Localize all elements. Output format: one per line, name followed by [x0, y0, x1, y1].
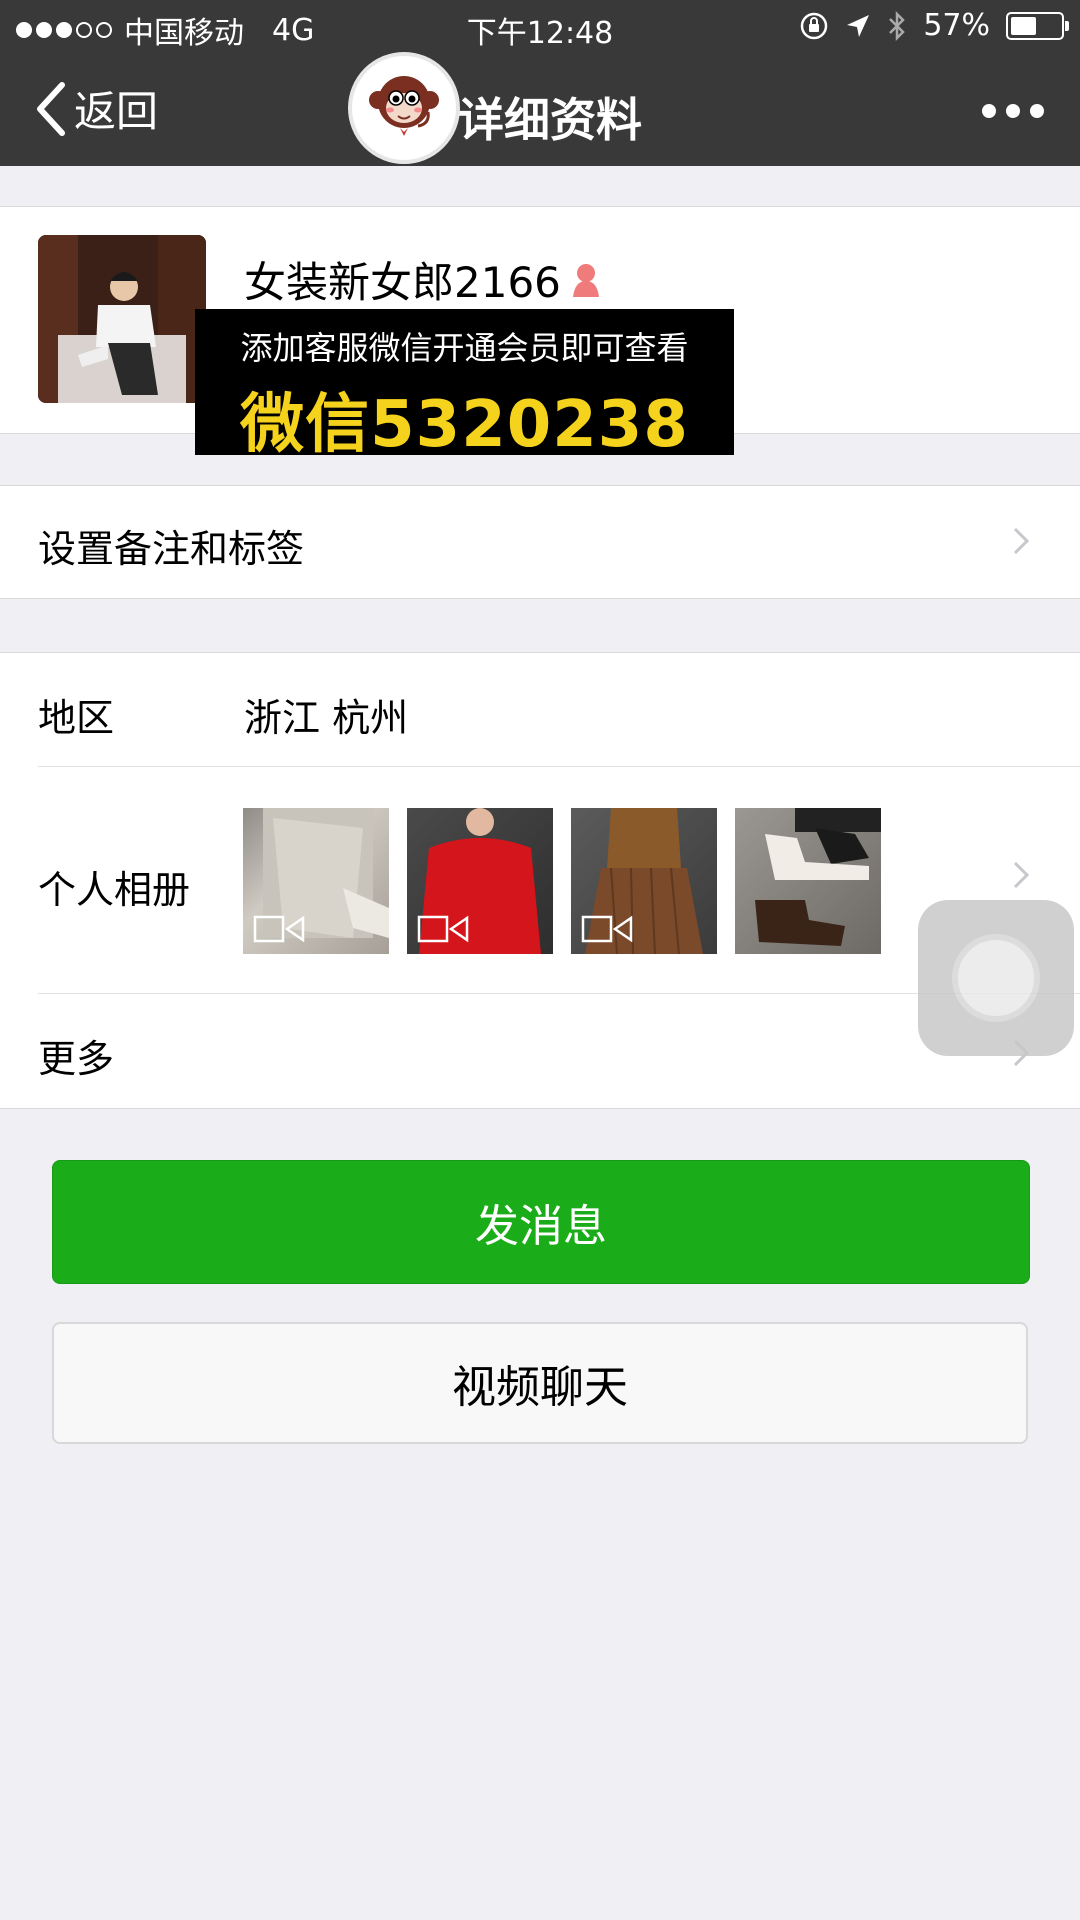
dot-icon	[1006, 104, 1020, 118]
set-remark-label: 设置备注和标签	[38, 527, 305, 571]
region-value: 浙江 杭州	[244, 696, 409, 740]
send-message-button[interactable]: 发消息	[52, 1160, 1030, 1284]
more-options-button[interactable]	[982, 104, 1044, 118]
album-label: 个人相册	[38, 868, 191, 912]
back-button[interactable]: 返回	[34, 78, 158, 139]
nickname: 女装新女郎2166	[244, 249, 603, 310]
album-thumb[interactable]	[571, 808, 717, 954]
monkey-logo-icon	[369, 76, 439, 136]
video-camera-icon	[581, 915, 633, 943]
video-camera-icon	[417, 915, 469, 943]
female-icon	[572, 263, 599, 297]
banner-line-2: 微信5320238	[240, 388, 689, 462]
more-label: 更多	[38, 1037, 115, 1081]
bluetooth-icon	[889, 10, 906, 41]
monkey-logo	[348, 52, 460, 164]
assistive-touch-icon	[952, 934, 1040, 1022]
location-arrow-icon	[847, 14, 870, 37]
battery-percent: 57%	[923, 8, 990, 43]
back-label: 返回	[74, 87, 159, 136]
battery-icon	[1006, 11, 1069, 40]
album-thumb[interactable]	[243, 808, 389, 954]
banner-line-1: 添加客服微信开通会员即可查看	[240, 329, 689, 367]
nickname-text: 女装新女郎2166	[244, 258, 561, 307]
promo-banner: 添加客服微信开通会员即可查看 微信5320238	[195, 309, 734, 462]
set-remark-row[interactable]: 设置备注和标签	[0, 485, 1080, 599]
avatar-photo	[38, 235, 206, 403]
chevron-left-icon	[37, 81, 65, 136]
chevron-right-icon	[1012, 860, 1030, 890]
dot-icon	[1030, 104, 1044, 118]
page-title: 详细资料	[458, 93, 642, 147]
album-thumb[interactable]	[735, 808, 881, 954]
divider	[38, 766, 1080, 767]
video-chat-button[interactable]: 视频聊天	[52, 1322, 1028, 1444]
battery-fill	[1011, 16, 1036, 35]
avatar[interactable]	[38, 235, 206, 403]
navigation-bar: 返回 详细资料	[0, 52, 1080, 166]
chevron-right-icon	[1012, 526, 1030, 556]
info-section: 地区 浙江 杭州 个人相册 更多	[0, 652, 1080, 1109]
dot-icon	[982, 104, 996, 118]
status-indicators: 57%	[799, 8, 1069, 43]
region-label: 地区	[38, 696, 115, 740]
orientation-lock-icon	[801, 12, 828, 39]
album-thumb[interactable]	[407, 808, 553, 954]
assistive-touch-button[interactable]	[918, 900, 1074, 1056]
video-camera-icon	[253, 915, 305, 943]
status-bar: 中国移动 4G 下午12:48 57%	[0, 0, 1080, 54]
